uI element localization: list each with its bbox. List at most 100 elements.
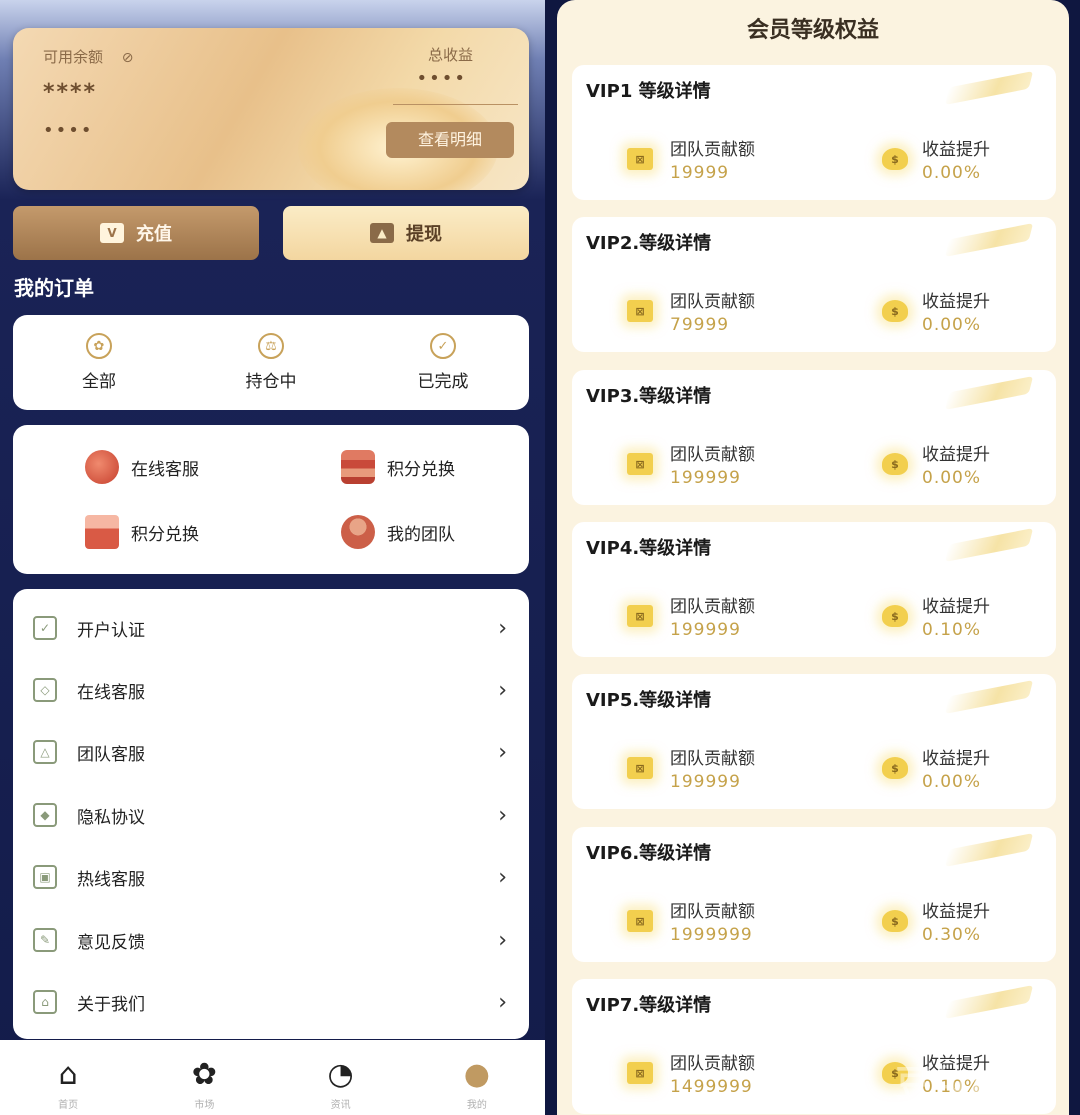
- vip-level-title: VIP6.等级详情: [586, 843, 712, 864]
- vip-level-card[interactable]: VIP1 等级详情 ⊠ 团队贡献额 19999 $ 收益提升 0.00%: [572, 65, 1056, 200]
- menu-label: 隐私协议: [77, 807, 145, 828]
- order-holding[interactable]: ⚖ 持仓中: [211, 333, 331, 392]
- money-bag-icon: $: [882, 910, 908, 932]
- yield-label: 收益提升: [922, 597, 990, 617]
- menu-item-team-service[interactable]: △ 团队客服 ›: [13, 721, 529, 783]
- vip-level-card[interactable]: VIP6.等级详情 ⊠ 团队贡献额 1999999 $ 收益提升 0.30%: [572, 827, 1056, 962]
- orders-title: 我的订单: [14, 276, 94, 300]
- vip-level-title: VIP2.等级详情: [586, 233, 712, 254]
- gold-streak-decoration: [944, 833, 1034, 867]
- bank-icon: ▲: [370, 223, 394, 243]
- tab-label: 资讯: [330, 1100, 351, 1111]
- profile-screen: 可用余额 ⊘ **** •••• 总收益 •••• 查看明细 V 充值 ▲ 提现…: [0, 0, 545, 1115]
- orders-card: ✿ 全部 ⚖ 持仓中 ✓ 已完成: [13, 315, 529, 410]
- divider: [393, 104, 518, 105]
- withdraw-button[interactable]: ▲ 提现: [283, 206, 529, 260]
- team-service-icon: △: [33, 740, 57, 764]
- yield-value: 0.30%: [922, 925, 982, 945]
- vip-level-title: VIP3.等级详情: [586, 386, 712, 407]
- yield-label: 收益提升: [922, 445, 990, 465]
- coins-stack-icon: [341, 450, 375, 484]
- menu-label: 开户认证: [77, 620, 145, 641]
- gold-streak-decoration: [944, 223, 1034, 257]
- tab-news[interactable]: ◔ 资讯: [291, 1040, 391, 1112]
- grid-icon: ✿: [86, 333, 112, 359]
- contribution-value: 199999: [670, 772, 741, 792]
- yield-label: 收益提升: [922, 140, 990, 160]
- team-icon: [341, 515, 375, 549]
- pie-chart-icon: ◔: [327, 1057, 354, 1092]
- contribution-value: 1499999: [670, 1077, 753, 1097]
- view-details-button[interactable]: 查看明细: [386, 122, 514, 158]
- menu-item-about[interactable]: ⌂ 关于我们 ›: [13, 971, 529, 1033]
- quick-actions-card: 在线客服 积分兑换 积分兑换 我的团队: [13, 425, 529, 574]
- order-label: 持仓中: [245, 372, 297, 392]
- envelope-icon: [85, 515, 119, 549]
- quick-label: 积分兑换: [131, 524, 199, 545]
- menu-item-feedback[interactable]: ✎ 意见反馈 ›: [13, 909, 529, 971]
- contribution-value: 199999: [670, 468, 741, 488]
- income-value: ••••: [416, 68, 467, 89]
- ticket-icon: ⊠: [627, 605, 653, 627]
- scale-icon: ⚖: [258, 333, 284, 359]
- quick-online-service[interactable]: 在线客服: [85, 450, 199, 484]
- headset-icon: [85, 450, 119, 484]
- vip-level-title: VIP4.等级详情: [586, 538, 712, 559]
- contribution-label: 团队贡献额: [670, 445, 755, 465]
- available-balance-value: ****: [43, 80, 98, 105]
- money-bag-icon: $: [882, 300, 908, 322]
- vip-level-card[interactable]: VIP4.等级详情 ⊠ 团队贡献额 199999 $ 收益提升 0.10%: [572, 522, 1056, 657]
- withdraw-label: 提现: [406, 224, 442, 245]
- eye-off-icon[interactable]: ⊘: [122, 50, 134, 66]
- menu-item-hotline[interactable]: ▣ 热线客服 ›: [13, 846, 529, 908]
- gold-streak-decoration: [944, 71, 1034, 105]
- contribution-value: 199999: [670, 620, 741, 640]
- tab-home[interactable]: ⌂ 首页: [18, 1040, 118, 1112]
- gold-streak-decoration: [944, 985, 1034, 1019]
- ticket-icon: ⊠: [627, 453, 653, 475]
- chevron-right-icon: ›: [498, 615, 507, 641]
- chevron-right-icon: ›: [498, 802, 507, 828]
- badge-check-icon: ✓: [430, 333, 456, 359]
- lock-icon: ▣: [33, 865, 57, 889]
- chevron-right-icon: ›: [498, 864, 507, 890]
- chevron-right-icon: ›: [498, 989, 507, 1015]
- gold-streak-decoration: [944, 680, 1034, 714]
- tab-label: 我的: [466, 1100, 487, 1111]
- tab-mine[interactable]: ● 我的: [427, 1040, 527, 1112]
- menu-item-verification[interactable]: ✓ 开户认证 ›: [13, 597, 529, 659]
- contribution-value: 1999999: [670, 925, 753, 945]
- quick-points-exchange-2[interactable]: 积分兑换: [85, 515, 199, 549]
- balance-card: 可用余额 ⊘ **** •••• 总收益 •••• 查看明细: [13, 28, 529, 190]
- frozen-balance-value: ••••: [43, 120, 94, 141]
- money-bag-icon: $: [882, 605, 908, 627]
- bottom-tab-bar: ⌂ 首页 ✿ 市场 ◔ 资讯 ● 我的: [0, 1040, 545, 1115]
- grid-icon: ✿: [191, 1057, 217, 1092]
- order-label: 已完成: [417, 372, 469, 392]
- contribution-label: 团队贡献额: [670, 1054, 755, 1074]
- ticket-icon: ⊠: [627, 1062, 653, 1084]
- available-balance-label: 可用余额 ⊘: [43, 48, 134, 66]
- home-info-icon: ⌂: [33, 990, 57, 1014]
- shield-icon: ◆: [33, 803, 57, 827]
- vip-level-title: VIP7.等级详情: [586, 995, 712, 1016]
- order-completed[interactable]: ✓ 已完成: [383, 333, 503, 392]
- recharge-label: 充值: [136, 224, 172, 245]
- quick-label: 我的团队: [387, 524, 455, 545]
- recharge-button[interactable]: V 充值: [13, 206, 259, 260]
- vip-level-card[interactable]: VIP3.等级详情 ⊠ 团队贡献额 199999 $ 收益提升 0.00%: [572, 370, 1056, 505]
- menu-item-online-service[interactable]: ◇ 在线客服 ›: [13, 659, 529, 721]
- tab-label: 首页: [58, 1100, 79, 1111]
- yield-label: 收益提升: [922, 902, 990, 922]
- yield-value: 0.00%: [922, 315, 982, 335]
- vip-level-card[interactable]: VIP5.等级详情 ⊠ 团队贡献额 199999 $ 收益提升 0.00%: [572, 674, 1056, 809]
- tab-market[interactable]: ✿ 市场: [154, 1040, 254, 1112]
- contribution-label: 团队贡献额: [670, 749, 755, 769]
- yield-value: 0.00%: [922, 468, 982, 488]
- quick-points-exchange[interactable]: 积分兑换: [341, 450, 455, 484]
- menu-item-privacy[interactable]: ◆ 隐私协议 ›: [13, 784, 529, 846]
- order-all[interactable]: ✿ 全部: [39, 333, 159, 392]
- quick-my-team[interactable]: 我的团队: [341, 515, 455, 549]
- vip-level-card[interactable]: VIP2.等级详情 ⊠ 团队贡献额 79999 $ 收益提升 0.00%: [572, 217, 1056, 352]
- chevron-right-icon: ›: [498, 927, 507, 953]
